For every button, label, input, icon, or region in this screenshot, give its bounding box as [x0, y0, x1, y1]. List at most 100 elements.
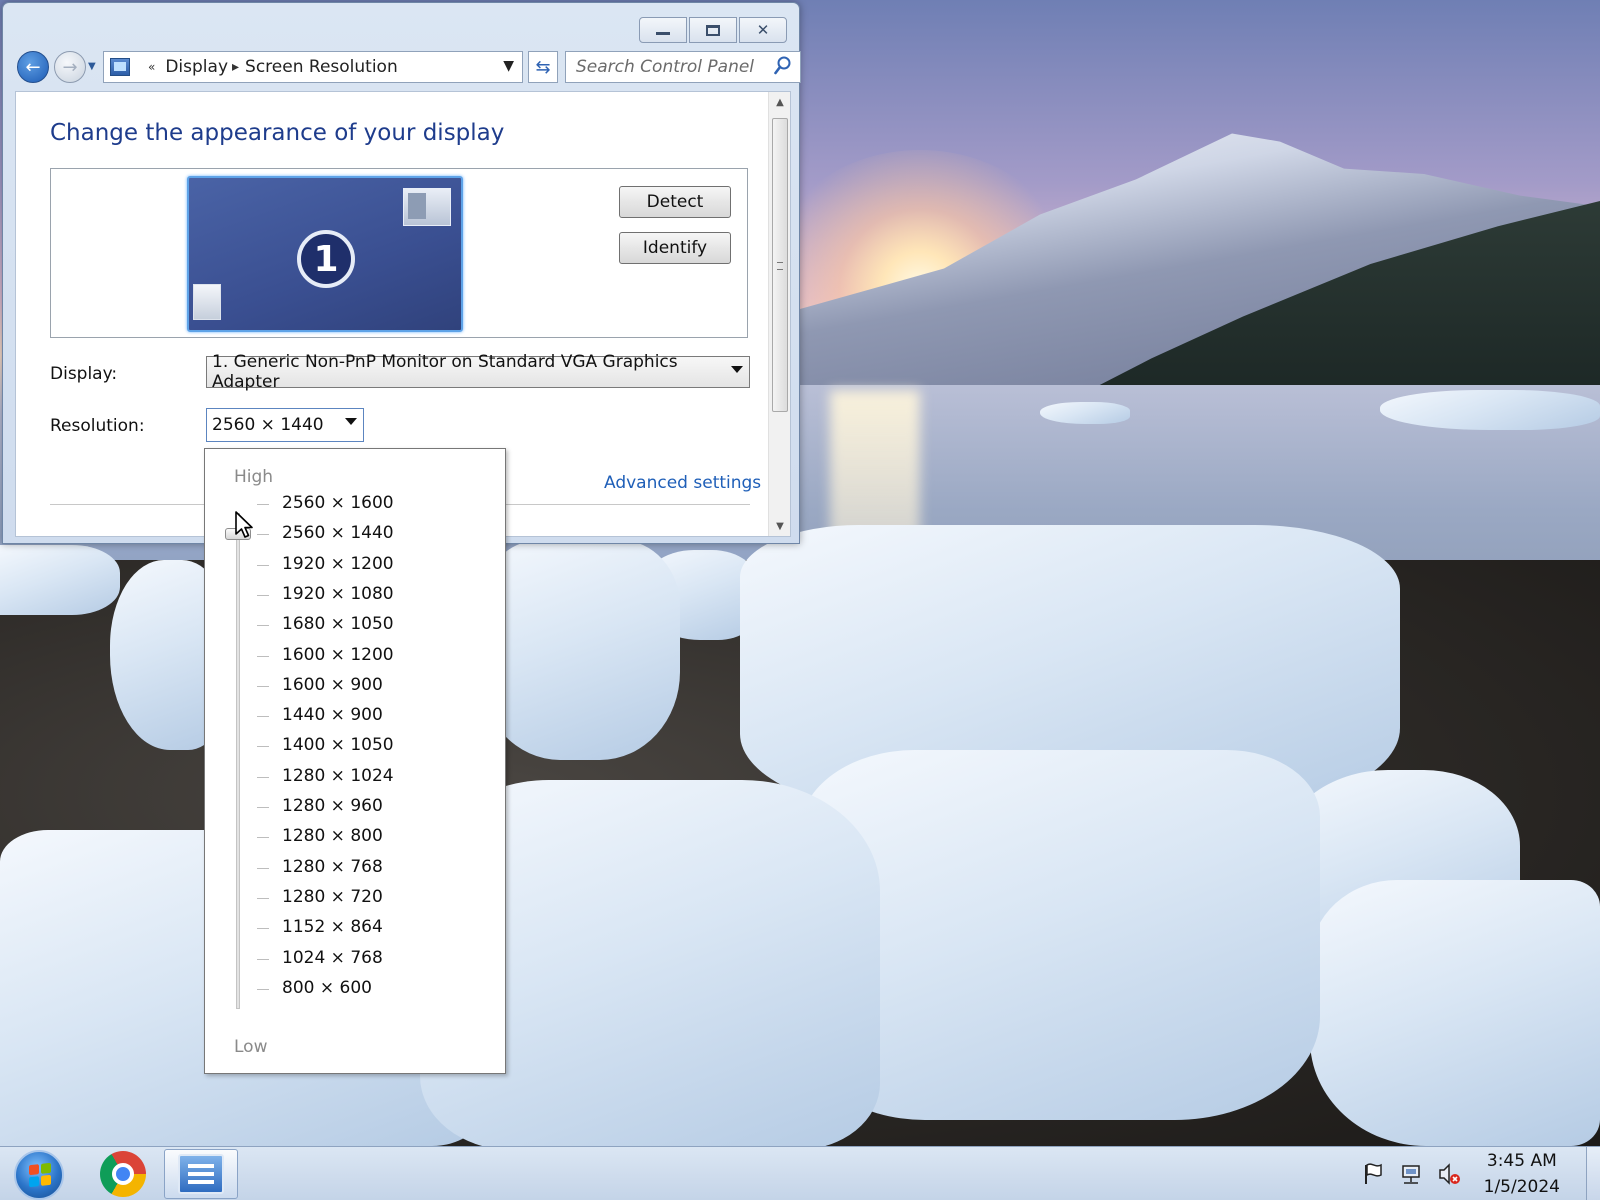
- resolution-select-value: 2560 × 1440: [212, 415, 324, 435]
- caption-buttons: ✕: [639, 17, 787, 43]
- arrow-left-icon: ←: [25, 56, 41, 78]
- vertical-scrollbar[interactable]: ▲ ▼: [768, 92, 790, 536]
- maximize-button[interactable]: [689, 17, 737, 43]
- resolution-option[interactable]: 1280 × 960: [205, 792, 505, 822]
- resolution-option[interactable]: 800 × 600: [205, 974, 505, 1004]
- breadcrumb-screen-resolution[interactable]: Screen Resolution: [245, 57, 398, 77]
- resolution-label: Resolution:: [50, 416, 145, 436]
- resolution-option[interactable]: 1024 × 768: [205, 944, 505, 974]
- resolution-option-label: 1280 × 720: [282, 886, 383, 907]
- monitor-1[interactable]: 1: [187, 176, 463, 332]
- resolution-option-label: 1600 × 1200: [282, 644, 394, 665]
- control-panel-icon: [110, 58, 130, 76]
- start-button[interactable]: [14, 1150, 64, 1200]
- wallpaper-ice: [1380, 390, 1600, 430]
- scrollbar-thumb[interactable]: [772, 118, 788, 412]
- clock-date: 1/5/2024: [1483, 1177, 1560, 1197]
- resolution-option[interactable]: 1400 × 1050: [205, 731, 505, 761]
- minimize-button[interactable]: [639, 17, 687, 43]
- resolution-option[interactable]: 1920 × 1080: [205, 580, 505, 610]
- slider-tick: [257, 625, 269, 627]
- resolution-option-label: 2560 × 1600: [282, 493, 394, 513]
- resolution-option-label: 1440 × 900: [282, 705, 383, 726]
- maximize-icon: [706, 24, 720, 36]
- display-select-value: 1. Generic Non-PnP Monitor on Standard V…: [212, 352, 678, 392]
- mouse-cursor-icon: [235, 511, 253, 538]
- clock-time: 3:45 AM: [1486, 1151, 1557, 1171]
- detect-button[interactable]: Detect: [619, 186, 731, 218]
- address-overflow[interactable]: «: [148, 60, 155, 74]
- resolution-option-label: 800 × 600: [282, 977, 372, 998]
- address-bar[interactable]: « Display ▸ Screen Resolution ▼: [103, 51, 523, 83]
- search-icon[interactable]: [774, 56, 792, 76]
- slider-high-label: High: [234, 467, 274, 487]
- action-center-flag-icon[interactable]: [1360, 1161, 1386, 1187]
- recent-pages-button[interactable]: ▼: [88, 61, 96, 72]
- display-select[interactable]: 1. Generic Non-PnP Monitor on Standard V…: [206, 352, 750, 392]
- taskbar: 3:45 AM 1/5/2024: [0, 1146, 1600, 1200]
- resolution-option-label: 1280 × 960: [282, 796, 383, 816]
- chrome-icon: [100, 1151, 146, 1197]
- breadcrumb-display[interactable]: Display: [165, 57, 228, 77]
- resolution-option[interactable]: 1920 × 1200: [205, 550, 505, 580]
- volume-muted-icon[interactable]: [1436, 1161, 1462, 1187]
- close-icon: ✕: [756, 21, 770, 39]
- navigation-bar: ← → ▼ « Display ▸ Screen Resolution ▼ ⇆: [17, 49, 801, 85]
- slider-tick: [257, 867, 269, 869]
- page-title: Change the appearance of your display: [50, 120, 505, 146]
- control-panel-icon: [178, 1154, 224, 1194]
- network-icon[interactable]: [1398, 1161, 1424, 1187]
- resolution-option[interactable]: 1280 × 768: [205, 853, 505, 883]
- address-dropdown-icon[interactable]: ▼: [503, 58, 514, 74]
- slider-tick: [257, 594, 269, 596]
- resolution-option[interactable]: 1152 × 864: [205, 913, 505, 943]
- resolution-option-label: 1600 × 900: [282, 674, 383, 695]
- chevron-down-icon: [345, 418, 357, 425]
- resolution-option-label: 1152 × 864: [282, 917, 383, 938]
- display-label: Display:: [50, 364, 118, 384]
- search-box: [565, 51, 801, 83]
- back-button[interactable]: ←: [17, 51, 49, 83]
- system-clock[interactable]: 3:45 AM 1/5/2024: [1484, 1148, 1560, 1200]
- close-button[interactable]: ✕: [739, 17, 787, 43]
- advanced-settings-link[interactable]: Advanced settings: [604, 473, 761, 493]
- resolution-option[interactable]: 1440 × 900: [205, 701, 505, 731]
- resolution-option-label: 1280 × 1024: [282, 765, 394, 786]
- resolution-option-label: 1280 × 768: [282, 856, 383, 877]
- resolution-option[interactable]: 1280 × 1024: [205, 762, 505, 792]
- resolution-option-label: 1920 × 1080: [282, 583, 394, 604]
- show-desktop-button[interactable]: [1586, 1147, 1600, 1200]
- resolution-option-label: 1024 × 768: [282, 947, 383, 968]
- resolution-option[interactable]: 1280 × 800: [205, 822, 505, 852]
- slider-tick: [257, 776, 269, 778]
- wallpaper-ice: [1310, 880, 1600, 1146]
- search-input[interactable]: [576, 52, 776, 82]
- resolution-select[interactable]: 2560 × 1440: [206, 408, 364, 442]
- resolution-slider-popup: High 2560 × 1600 2560 × 1440 1920 × 1200 19…: [204, 448, 506, 1074]
- windows-logo-icon: [29, 1162, 51, 1188]
- refresh-button[interactable]: ⇆: [528, 51, 558, 83]
- forward-button[interactable]: →: [54, 51, 86, 83]
- slider-tick: [257, 504, 269, 505]
- monitor-number-badge: 1: [297, 230, 355, 288]
- identify-button[interactable]: Identify: [619, 232, 731, 264]
- slider-tick: [257, 564, 269, 566]
- resolution-option[interactable]: 1680 × 1050: [205, 610, 505, 640]
- taskbar-chrome-button[interactable]: [86, 1149, 160, 1199]
- scroll-up-icon[interactable]: ▲: [769, 92, 790, 112]
- resolution-option[interactable]: 1600 × 900: [205, 671, 505, 701]
- monitor-document-thumbnail-icon: [193, 284, 221, 320]
- slider-tick: [257, 928, 269, 930]
- scroll-down-icon[interactable]: ▼: [769, 516, 790, 536]
- arrow-right-icon: →: [62, 56, 78, 78]
- resolution-option[interactable]: 1600 × 1200: [205, 641, 505, 671]
- slider-tick: [257, 988, 269, 990]
- slider-tick: [257, 897, 269, 899]
- slider-tick: [257, 746, 269, 748]
- resolution-option[interactable]: 1280 × 720: [205, 883, 505, 913]
- slider-tick: [257, 807, 269, 808]
- resolution-option-label: 1400 × 1050: [282, 735, 394, 756]
- taskbar-control-panel-button[interactable]: [164, 1149, 238, 1199]
- slider-tick: [257, 958, 269, 960]
- breadcrumb-chevron-icon[interactable]: ▸: [232, 59, 239, 75]
